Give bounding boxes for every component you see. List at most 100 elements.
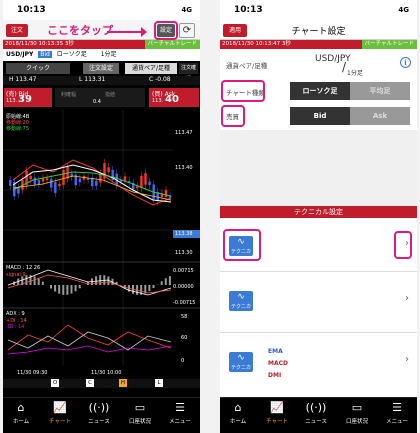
tab-bar: ⌂ ホーム 📈 チャート ((·)) ニュース ▭ 口座状況 ☰ メニュー	[3, 397, 200, 433]
technical-icon-label: テクニカル3	[230, 365, 251, 378]
macd-bar	[25, 275, 28, 285]
tab-news[interactable]: ((·)) ニュース	[81, 401, 117, 425]
quantity-area[interactable]: 利確幅 指値 0.4	[55, 88, 145, 107]
technical-icon-label: テクニカル2	[230, 304, 251, 317]
technical-row-3[interactable]: ∿ テクニカル3 EMA MACD DMI ›	[220, 334, 417, 396]
page-title: チャート設定	[291, 27, 346, 37]
technical-row-2[interactable]: ∿ テクニカル2 ›	[220, 273, 417, 333]
candle	[54, 182, 57, 193]
y-tick: 113.40	[175, 165, 193, 171]
pair-setting-row[interactable]: 通貨ペア/足種 USD/JPY / 1分足 i	[220, 52, 417, 77]
x-tick: 11/30 09:30	[17, 370, 48, 376]
chart-area[interactable]: 原始線:4B 移動線:20 移動線:75 113.47 113.40 113.3…	[3, 110, 200, 370]
l-button[interactable]: L	[155, 379, 163, 387]
candle	[45, 178, 49, 181]
bid-option[interactable]: Bid	[290, 107, 350, 125]
candle	[29, 175, 32, 180]
ask-price-big: 40	[165, 94, 179, 105]
tab-account[interactable]: ▭ 口座状況	[339, 401, 375, 425]
info-icon[interactable]: i	[400, 57, 411, 68]
tab-menu[interactable]: ☰ メニュー	[162, 401, 198, 425]
virtual-trade-badge: バーチャルトレード	[144, 40, 200, 49]
menu-icon: ☰	[392, 401, 402, 414]
chevron-right-icon[interactable]: ›	[405, 354, 409, 365]
y-tick: 113.47	[175, 130, 193, 136]
spread-value: 0.4	[93, 99, 101, 105]
monitor-icon: ▭	[134, 401, 146, 414]
heikin-option[interactable]: 平均足	[350, 82, 410, 100]
candle	[78, 178, 82, 183]
status-bar: 10:13 4G	[220, 0, 417, 20]
bid-tag: Bid	[38, 51, 52, 58]
adx-tick: 0	[181, 358, 185, 364]
tab-label: メニュー	[168, 419, 191, 425]
pair-switch-button[interactable]: 通貨ペア/足種	[125, 63, 177, 74]
tab-label: チャート	[266, 419, 288, 425]
status-bar: 10:13 4G	[3, 0, 200, 20]
technical-3-icon[interactable]: ∿ テクニカル3	[229, 352, 253, 378]
macd-bar	[168, 276, 171, 285]
macd-bar	[99, 275, 102, 285]
signal-indicator: 4G	[398, 6, 409, 14]
side-row: 売買 Bid Ask	[220, 104, 417, 128]
o-button[interactable]: O	[51, 379, 59, 387]
ask-button[interactable]: (買) Ask 113. 40	[149, 88, 199, 107]
order-button[interactable]: 注文	[6, 24, 28, 37]
arrow-icon	[107, 27, 147, 37]
tab-home[interactable]: ⌂ ホーム	[3, 401, 39, 425]
order-setting-button[interactable]: 注文設定	[83, 63, 119, 74]
timestamp-bar: 2018/11/30 10:13:47 3秒 バーチャルトレード	[220, 40, 417, 49]
candle	[37, 180, 41, 185]
bid-price-big: 39	[18, 94, 32, 105]
tab-menu[interactable]: ☰ メニュー	[379, 401, 415, 425]
order-confirm-toggle[interactable]: 注文確認	[179, 63, 198, 82]
refresh-icon[interactable]: ⟳	[179, 23, 195, 38]
bid-price-small: 113.	[6, 98, 18, 104]
chevron-highlight	[394, 231, 412, 259]
macd-tick: 0.00000	[173, 284, 194, 290]
indicator-dmi: DMI	[268, 372, 282, 379]
macd-bar	[70, 285, 73, 294]
candle	[58, 184, 61, 187]
macd-bar	[160, 281, 163, 285]
chart-icon: 📈	[53, 401, 67, 414]
candle-option[interactable]: ローソク足	[290, 82, 350, 100]
macd-bar	[78, 285, 81, 289]
y-tick-current: 113.38	[175, 231, 193, 237]
ask-option[interactable]: Ask	[350, 107, 410, 125]
tab-news[interactable]: ((·)) ニュース	[298, 401, 334, 425]
chevron-right-icon[interactable]: ›	[405, 293, 409, 304]
candle	[107, 167, 110, 173]
quick-button[interactable]: クイック	[6, 63, 70, 74]
h-button[interactable]: H	[119, 379, 127, 387]
timestamp: 2018/11/30 10:13:35 3秒	[5, 41, 74, 47]
tab-home[interactable]: ⌂ ホーム	[220, 401, 256, 425]
tab-chart[interactable]: 📈 チャート	[259, 401, 295, 425]
tab-label: チャート	[49, 419, 71, 425]
chart-screen: 10:13 4G 注文 設定 ⟳ ここをタップ 2018/11/30 10:13…	[3, 0, 200, 433]
tap-annotation: ここをタップ	[47, 24, 113, 37]
low-value: L 113.31	[79, 76, 106, 83]
bid-button[interactable]: (売) Bid 113. 39	[4, 88, 52, 107]
macd-bar	[66, 285, 69, 295]
legend-item: 移動線:75	[6, 126, 30, 132]
pair-label: 通貨ペア/足種	[226, 62, 268, 70]
adx-label: ADX : 9	[6, 311, 25, 317]
technical-header: テクニカル設定	[220, 206, 417, 218]
settings-highlight	[154, 21, 178, 40]
slash-divider: /	[342, 60, 347, 74]
home-icon: ⌂	[234, 401, 242, 414]
technical-2-icon[interactable]: ∿ テクニカル2	[229, 291, 253, 317]
tab-label: ホーム	[229, 419, 247, 425]
technical-3-list: EMA MACD DMI	[268, 346, 288, 382]
indicator-macd: MACD	[268, 360, 288, 367]
change-value: C -0.08	[149, 76, 171, 83]
status-time: 10:13	[234, 5, 263, 15]
tab-chart[interactable]: 📈 チャート	[42, 401, 78, 425]
ma-legend: 原始線:4B 移動線:20 移動線:75	[6, 114, 29, 132]
tab-account[interactable]: ▭ 口座状況	[122, 401, 158, 425]
c-button[interactable]: C	[86, 379, 94, 387]
macd-tick: 0.00715	[173, 268, 194, 274]
tab-label: ホーム	[12, 419, 30, 425]
pair-row[interactable]: USD/JPY Bid ローソク足 1分足	[3, 49, 200, 61]
